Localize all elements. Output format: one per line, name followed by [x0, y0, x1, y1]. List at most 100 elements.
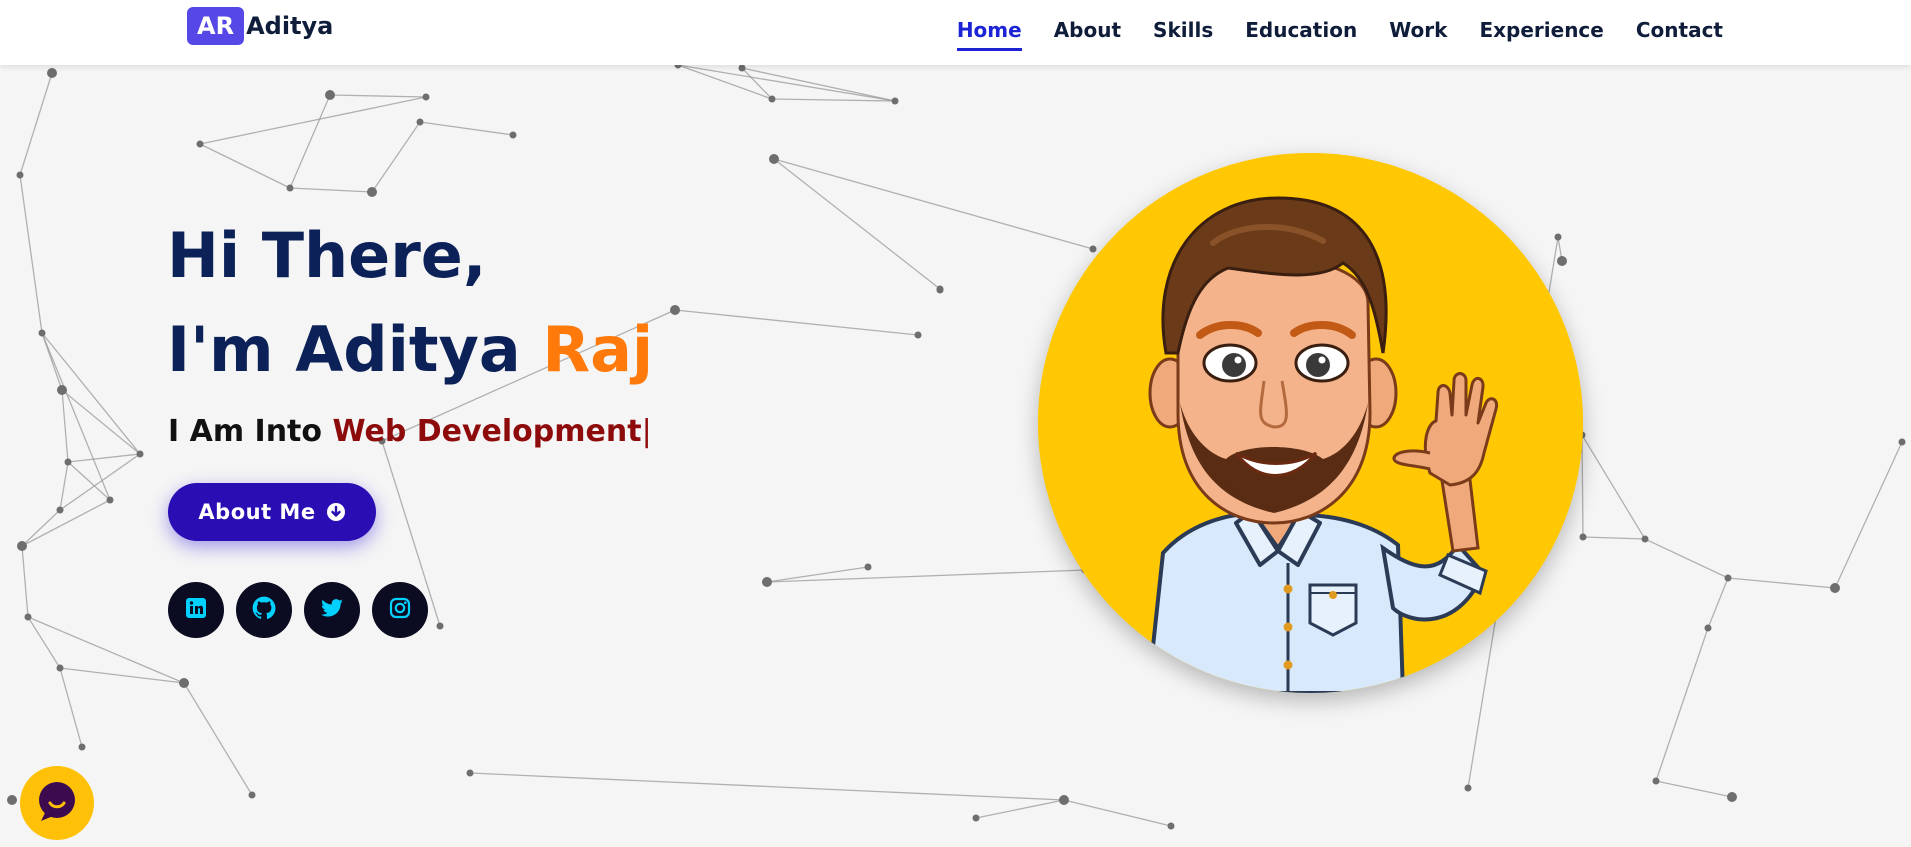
- network-node: [1557, 256, 1567, 266]
- network-line: [1727, 577, 1836, 589]
- network-line: [61, 389, 69, 463]
- network-node: [769, 154, 779, 164]
- network-line: [469, 772, 1065, 801]
- network-line: [329, 94, 427, 98]
- linkedin-link[interactable]: [168, 582, 224, 638]
- nav-about[interactable]: About: [1054, 14, 1121, 51]
- network-line: [183, 682, 253, 796]
- hero-intro-text: I'm Aditya: [167, 313, 543, 386]
- nav-experience[interactable]: Experience: [1479, 14, 1603, 51]
- github-icon: [251, 595, 277, 625]
- nav-education[interactable]: Education: [1245, 14, 1357, 51]
- network-node: [864, 563, 872, 571]
- network-node: [56, 506, 64, 514]
- about-me-label: About Me: [198, 500, 316, 524]
- network-line: [21, 545, 29, 618]
- network-node: [7, 795, 17, 805]
- network-node: [1898, 438, 1906, 446]
- network-node: [17, 541, 27, 551]
- network-node: [416, 118, 424, 126]
- network-node: [1724, 574, 1732, 582]
- network-node: [738, 64, 746, 72]
- twitter-icon: [319, 595, 345, 625]
- network-node: [670, 305, 680, 315]
- typed-role-line: I Am Into Web Development|: [168, 414, 652, 449]
- logo-badge: AR: [187, 7, 245, 45]
- typed-role: Web Development: [332, 414, 642, 449]
- network-line: [289, 187, 373, 193]
- network-node: [1464, 784, 1472, 792]
- network-line: [1655, 780, 1733, 798]
- network-node: [1089, 245, 1097, 253]
- about-me-button[interactable]: About Me: [168, 483, 376, 541]
- network-line: [1582, 536, 1646, 540]
- nav-contact[interactable]: Contact: [1636, 14, 1723, 51]
- network-node: [422, 93, 430, 101]
- network-line: [199, 96, 427, 145]
- network-node: [1554, 233, 1562, 241]
- network-node: [972, 814, 980, 822]
- main-nav: Home About Skills Education Work Experie…: [956, 0, 1723, 65]
- typed-prefix: I Am Into: [168, 414, 333, 449]
- network-node: [78, 743, 86, 751]
- network-line: [19, 72, 53, 176]
- network-line: [59, 667, 83, 748]
- network-line: [1655, 627, 1709, 782]
- network-node: [106, 496, 114, 504]
- network-line: [41, 332, 111, 501]
- network-node: [196, 140, 204, 148]
- network-node: [38, 329, 46, 337]
- network-line: [41, 332, 141, 455]
- top-navbar: AR Aditya Home About Skills Education Wo…: [0, 0, 1911, 65]
- cartoon-avatar-waving: [1038, 153, 1583, 693]
- network-node: [1830, 583, 1840, 593]
- network-node: [136, 450, 144, 458]
- github-link[interactable]: [236, 582, 292, 638]
- network-node: [57, 385, 67, 395]
- network-node: [24, 613, 32, 621]
- network-node: [466, 769, 474, 777]
- network-node: [47, 68, 57, 78]
- network-line: [773, 158, 941, 290]
- network-line: [1581, 434, 1646, 540]
- network-node: [286, 184, 294, 192]
- nav-work[interactable]: Work: [1389, 14, 1447, 51]
- chat-widget-button[interactable]: [20, 766, 94, 840]
- instagram-icon: [388, 596, 412, 624]
- instagram-link[interactable]: [372, 582, 428, 638]
- network-line: [773, 158, 1094, 250]
- network-line: [1063, 799, 1172, 827]
- network-node: [367, 187, 377, 197]
- network-line: [1644, 538, 1729, 579]
- network-node: [56, 664, 64, 672]
- network-node: [509, 131, 517, 139]
- network-node: [1652, 777, 1660, 785]
- network-line: [67, 461, 111, 501]
- typed-cursor: |: [641, 414, 652, 449]
- network-node: [325, 90, 335, 100]
- nav-home[interactable]: Home: [956, 14, 1022, 51]
- network-line: [371, 121, 421, 193]
- twitter-link[interactable]: [304, 582, 360, 638]
- network-line: [1581, 434, 1584, 538]
- network-node: [1059, 795, 1069, 805]
- network-node: [248, 791, 256, 799]
- hero-greeting: Hi There,: [167, 219, 487, 292]
- hero-intro: I'm Aditya Raj: [167, 310, 653, 390]
- network-node: [1641, 535, 1649, 543]
- network-line: [199, 143, 291, 189]
- network-node: [1727, 792, 1737, 802]
- network-line: [419, 121, 514, 136]
- network-node: [64, 458, 72, 466]
- linkedin-icon: [184, 596, 208, 624]
- network-line: [1707, 577, 1729, 629]
- arrow-down-circle-icon: [326, 502, 346, 522]
- site-logo[interactable]: AR Aditya: [187, 6, 333, 46]
- nav-skills[interactable]: Skills: [1153, 14, 1213, 51]
- network-line: [975, 799, 1065, 819]
- network-line: [59, 461, 69, 511]
- network-line: [677, 64, 896, 102]
- network-node: [762, 577, 772, 587]
- network-line: [21, 509, 61, 547]
- network-line: [61, 389, 141, 455]
